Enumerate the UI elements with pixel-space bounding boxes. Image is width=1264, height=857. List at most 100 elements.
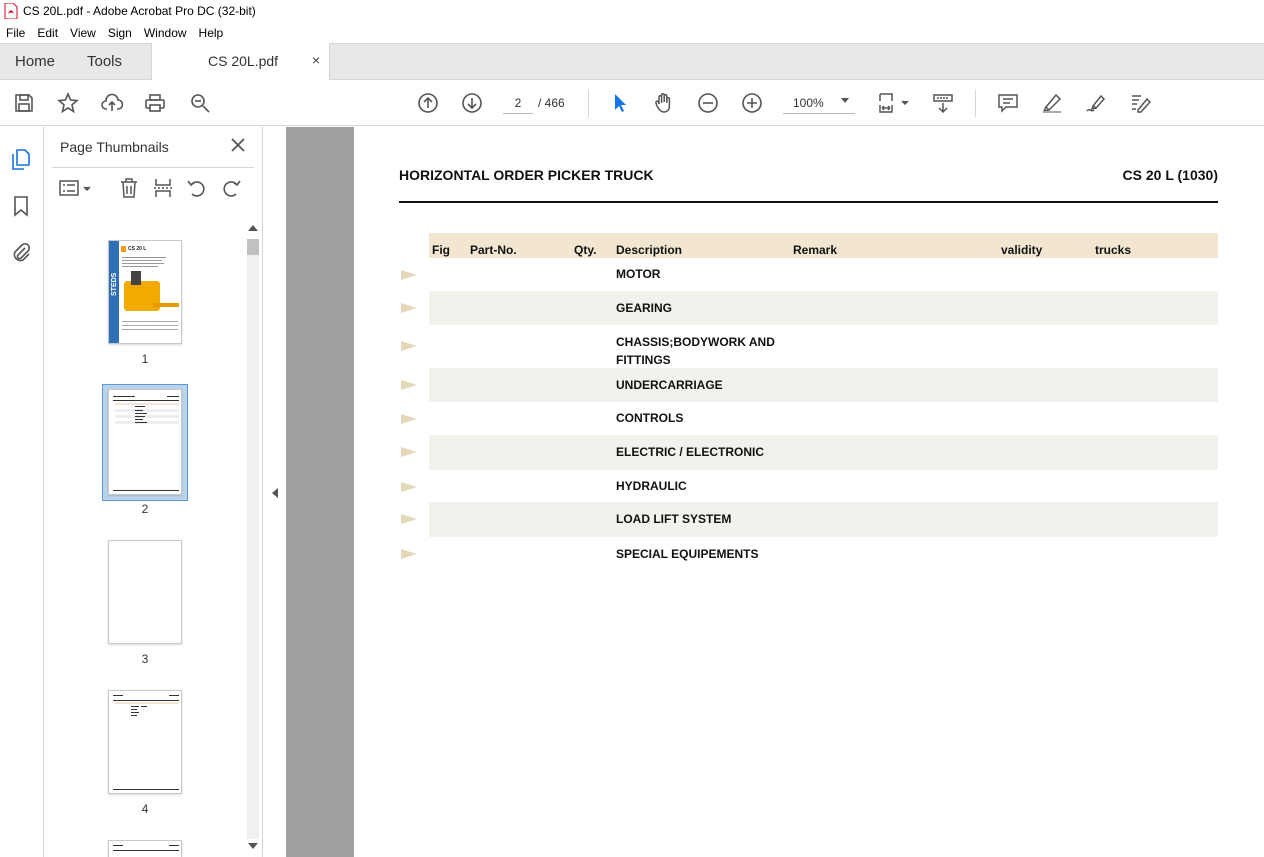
- window-title: CS 20L.pdf - Adobe Acrobat Pro DC (32-bi…: [23, 4, 256, 18]
- col-part-no: Part-No.: [470, 243, 517, 257]
- document-code: CS 20 L (1030): [1122, 167, 1218, 183]
- table-row[interactable]: CONTROLS: [401, 402, 1218, 435]
- menu-window[interactable]: Window: [138, 26, 193, 40]
- thumbnail-scrollbar[interactable]: [245, 221, 260, 857]
- rotate-right-icon[interactable]: [220, 177, 244, 201]
- hand-icon[interactable]: [652, 91, 676, 115]
- cover-model: CS 20 L: [128, 246, 147, 252]
- menu-file[interactable]: File: [0, 26, 31, 40]
- table-row[interactable]: SPECIAL EQUIPEMENTS: [401, 537, 1218, 570]
- row-description: MOTOR: [616, 267, 661, 281]
- thumbnail-page-1[interactable]: STEDS CS 20 L: [108, 240, 182, 344]
- col-fig: Fig: [432, 243, 450, 257]
- thumbnail-options-icon[interactable]: [58, 177, 98, 201]
- table-row[interactable]: ELECTRIC / ELECTRONIC: [401, 435, 1218, 470]
- zoom-select[interactable]: 100%: [783, 92, 855, 114]
- star-icon[interactable]: [56, 91, 80, 115]
- row-description: ELECTRIC / ELECTRONIC: [616, 445, 765, 459]
- col-description: Description: [616, 243, 683, 257]
- table-header: Fig Part-No. Qty. Description Remark val…: [429, 233, 1218, 258]
- table-row[interactable]: GEARING: [401, 291, 1218, 325]
- rotate-left-icon[interactable]: [186, 177, 210, 201]
- toolbar-divider: [588, 89, 589, 117]
- comment-icon[interactable]: [996, 91, 1020, 115]
- link-arrow-icon[interactable]: [401, 270, 417, 280]
- document-page: HORIZONTAL ORDER PICKER TRUCK CS 20 L (1…: [354, 127, 1264, 857]
- link-arrow-icon[interactable]: [401, 514, 417, 524]
- thumbnail-number: 4: [141, 802, 149, 816]
- scrollbar-track: [247, 239, 259, 839]
- link-arrow-icon[interactable]: [401, 380, 417, 390]
- menu-sign[interactable]: Sign: [102, 26, 138, 40]
- thumbnail-number: 2: [141, 502, 149, 516]
- page-thumbnails-icon[interactable]: [10, 148, 34, 172]
- link-arrow-icon[interactable]: [401, 549, 417, 559]
- col-qty: Qty.: [574, 243, 597, 257]
- acrobat-pdf-icon: [4, 3, 18, 19]
- row-description: CONTROLS: [616, 411, 684, 425]
- link-arrow-icon[interactable]: [401, 303, 417, 313]
- panel-splitter[interactable]: [262, 127, 286, 857]
- page-up-icon[interactable]: [416, 91, 440, 115]
- document-viewport: HORIZONTAL ORDER PICKER TRUCK CS 20 L (1…: [286, 127, 1264, 857]
- table-row[interactable]: MOTOR: [401, 258, 1218, 291]
- extract-pages-icon[interactable]: [152, 177, 176, 201]
- attachment-icon[interactable]: [10, 241, 34, 265]
- menu-edit[interactable]: Edit: [31, 26, 64, 40]
- bookmark-icon[interactable]: [10, 195, 34, 219]
- col-remark: Remark: [793, 243, 838, 257]
- link-arrow-icon[interactable]: [401, 341, 417, 351]
- zoom-out-icon[interactable]: [696, 91, 720, 115]
- tab-bar: Home Tools CS 20L.pdf ×: [0, 43, 1264, 80]
- tab-home[interactable]: Home: [15, 53, 55, 70]
- toolbar-divider: [975, 89, 976, 117]
- tab-tools[interactable]: Tools: [87, 53, 122, 70]
- header-rule: [399, 201, 1218, 203]
- tab-document[interactable]: CS 20L.pdf ×: [151, 43, 330, 80]
- upload-icon[interactable]: [100, 91, 124, 115]
- close-icon[interactable]: [230, 137, 246, 153]
- menu-view[interactable]: View: [64, 26, 102, 40]
- scroll-mode-icon[interactable]: [931, 91, 955, 115]
- table-row[interactable]: UNDERCARRIAGE: [401, 368, 1218, 402]
- thumbnail-page-5[interactable]: [108, 840, 182, 857]
- row-description-continued: FITTINGS: [616, 353, 671, 367]
- row-description: UNDERCARRIAGE: [616, 378, 723, 392]
- tab-close-icon[interactable]: ×: [312, 52, 320, 68]
- link-arrow-icon[interactable]: [401, 447, 417, 457]
- zoom-in-icon[interactable]: [740, 91, 764, 115]
- table-row[interactable]: CHASSIS;BODYWORK AND FITTINGS: [401, 325, 1218, 368]
- table-row[interactable]: LOAD LIFT SYSTEM: [401, 502, 1218, 537]
- delete-icon[interactable]: [118, 177, 142, 201]
- menu-bar: File Edit View Sign Window Help: [0, 22, 1264, 43]
- panel-title: Page Thumbnails: [60, 139, 169, 155]
- sign-icon[interactable]: [1084, 91, 1108, 115]
- page-total: / 466: [538, 96, 565, 110]
- highlight-icon[interactable]: [1040, 91, 1064, 115]
- scrollbar-thumb[interactable]: [247, 239, 259, 255]
- thumbnail-number: 1: [141, 352, 149, 366]
- scroll-down-icon[interactable]: [248, 843, 258, 849]
- save-icon[interactable]: [12, 91, 36, 115]
- fit-page-icon[interactable]: [876, 91, 910, 115]
- collapse-panel-icon[interactable]: [272, 488, 278, 498]
- thumbnail-page-4[interactable]: [108, 690, 182, 794]
- scroll-up-icon[interactable]: [248, 225, 258, 231]
- thumbnail-page-3[interactable]: [108, 540, 182, 644]
- page-down-icon[interactable]: [460, 91, 484, 115]
- thumbnail-page-2[interactable]: [108, 389, 182, 495]
- link-arrow-icon[interactable]: [401, 414, 417, 424]
- row-description: CHASSIS;BODYWORK AND: [616, 335, 775, 349]
- row-description: SPECIAL EQUIPEMENTS: [616, 547, 759, 561]
- table-row[interactable]: HYDRAULIC: [401, 470, 1218, 502]
- print-icon[interactable]: [143, 91, 167, 115]
- zoom-value: 100%: [793, 96, 824, 110]
- select-cursor-icon[interactable]: [608, 91, 632, 115]
- link-arrow-icon[interactable]: [401, 482, 417, 492]
- edit-icon[interactable]: [1128, 91, 1152, 115]
- search-icon[interactable]: [188, 91, 212, 115]
- page-number-input[interactable]: [503, 92, 533, 114]
- thumbnail-number: 3: [141, 652, 149, 666]
- menu-help[interactable]: Help: [193, 26, 230, 40]
- row-description: HYDRAULIC: [616, 479, 687, 493]
